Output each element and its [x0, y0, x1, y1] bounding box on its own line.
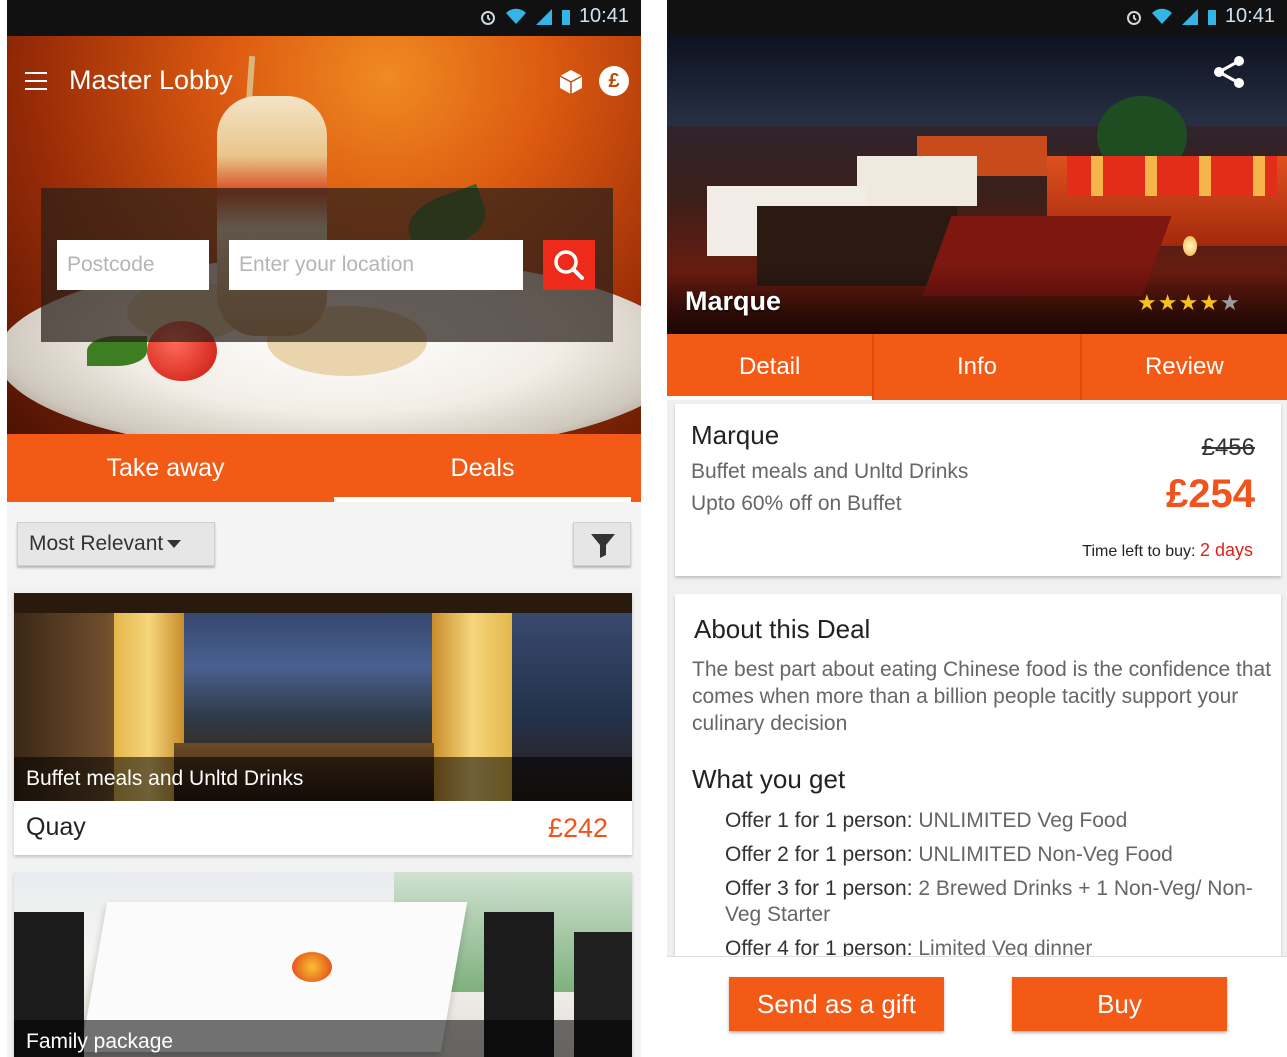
search-panel: [41, 188, 613, 342]
offer-label: Offer 3 for 1 person:: [725, 877, 913, 900]
share-icon[interactable]: [1211, 54, 1247, 90]
about-title: About this Deal: [694, 614, 871, 644]
deal-venue-name: Quay: [26, 813, 86, 841]
offer-item: Offer 2 for 1 person: UNLIMITED Non-Veg …: [725, 842, 1275, 868]
wifi-icon: [505, 8, 526, 24]
alarm-icon: [480, 10, 495, 25]
time-left: Time left to buy: 2 days: [1082, 540, 1253, 561]
app-title: Master Lobby: [69, 65, 233, 95]
offer-label: Offer 2 for 1 person:: [725, 843, 913, 866]
tab-deals[interactable]: Deals: [324, 434, 641, 502]
signal-icon: [535, 8, 552, 25]
new-price: £254: [1166, 472, 1255, 516]
status-bar: 10:41: [7, 0, 641, 36]
tab-review[interactable]: Review: [1079, 334, 1287, 400]
deal-name: Marque: [691, 420, 780, 450]
offer-item: Offer 1 for 1 person: UNLIMITED Veg Food: [725, 808, 1275, 834]
filter-button[interactable]: [573, 522, 631, 566]
status-time: 10:41: [578, 5, 629, 27]
cube-icon[interactable]: [557, 68, 585, 96]
detail-tabs: Detail Info Review: [667, 334, 1287, 400]
filter-row: Most Relevant: [7, 502, 641, 586]
deal-card[interactable]: Family package: [14, 872, 632, 1057]
deal-caption: Family package: [14, 1020, 632, 1057]
location-input[interactable]: [229, 240, 523, 290]
deal-caption: Buffet meals and Unltd Drinks: [14, 757, 632, 801]
tab-detail[interactable]: Detail: [667, 334, 873, 400]
menu-icon[interactable]: [25, 72, 47, 90]
about-deal-card: About this Deal The best part about eati…: [675, 594, 1281, 974]
deal-detail-screen: 10:41 Marque ★★★★★ Detail Info Review Ma…: [667, 0, 1287, 1057]
status-bar: 10:41: [667, 0, 1287, 36]
offer-label: Offer 1 for 1 person:: [725, 809, 913, 832]
battery-icon: [561, 9, 570, 25]
offer-value: UNLIMITED Non-Veg Food: [912, 843, 1173, 866]
time-left-label: Time left to buy:: [1082, 543, 1196, 560]
offer-item: Offer 3 for 1 person: 2 Brewed Drinks + …: [725, 876, 1275, 928]
star-icon: ★: [1178, 290, 1200, 315]
send-as-gift-button[interactable]: Send as a gift: [729, 977, 944, 1031]
about-text: The best part about eating Chinese food …: [692, 658, 1272, 735]
tab-take-away[interactable]: Take away: [7, 434, 324, 502]
star-icon: ★: [1137, 290, 1158, 315]
deal-summary-card: Marque Buffet meals and Unltd Drinks Upt…: [675, 404, 1281, 576]
postcode-input[interactable]: [57, 240, 209, 290]
sort-dropdown[interactable]: Most Relevant: [17, 522, 215, 566]
tab-info[interactable]: Info: [872, 334, 1079, 400]
search-icon: [554, 250, 584, 280]
sort-selected: Most Relevant: [29, 532, 164, 555]
status-time: 10:41: [1224, 5, 1275, 27]
star-empty-icon: ★: [1219, 290, 1241, 315]
filter-icon: [591, 534, 615, 558]
deal-price: £242: [547, 813, 608, 843]
deal-description: Buffet meals and Unltd Drinks: [691, 460, 969, 483]
star-icon: ★: [1157, 290, 1179, 315]
buy-button[interactable]: Buy: [1012, 977, 1227, 1031]
category-tabs: Take away Deals: [7, 434, 641, 502]
what-you-get-title: What you get: [692, 764, 846, 794]
rating-stars: ★★★★★: [1137, 290, 1241, 316]
deal-discount: Upto 60% off on Buffet: [691, 492, 902, 515]
signal-icon: [1181, 8, 1198, 25]
search-button[interactable]: [543, 240, 595, 290]
deal-card[interactable]: Buffet meals and Unltd Drinks Quay £242: [14, 593, 632, 855]
wifi-icon: [1151, 8, 1172, 24]
action-bar: Send as a gift Buy: [667, 956, 1287, 1057]
venue-title: Marque: [685, 286, 782, 316]
app-bar: Master Lobby £: [7, 36, 641, 126]
time-left-value: 2 days: [1199, 540, 1253, 560]
offers-list: Offer 1 for 1 person: UNLIMITED Veg Food…: [725, 808, 1275, 970]
caret-down-icon: [167, 540, 182, 549]
alarm-icon: [1126, 10, 1141, 25]
master-lobby-screen: 10:41 Master Lobby £ Take away Deals Mos…: [7, 0, 641, 1057]
battery-icon: [1207, 9, 1216, 25]
currency-icon[interactable]: £: [599, 66, 629, 96]
star-icon: ★: [1199, 290, 1220, 315]
offer-value: UNLIMITED Veg Food: [912, 809, 1128, 832]
old-price: £456: [1201, 434, 1255, 461]
